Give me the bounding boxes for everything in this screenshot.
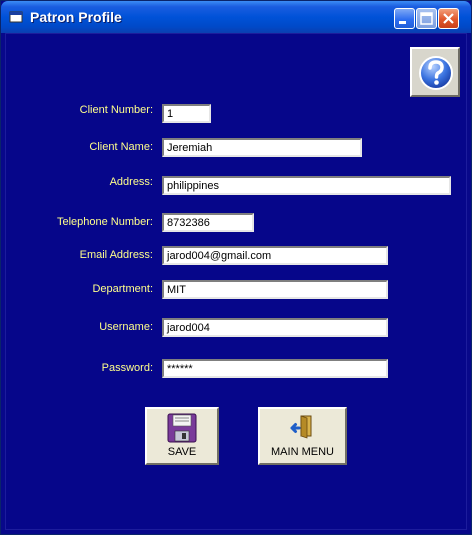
department-label: Department: [92, 283, 153, 295]
telephone-field[interactable]: 8732386 [162, 213, 254, 232]
window-title: Patron Profile [30, 9, 122, 25]
close-icon [443, 13, 454, 24]
save-button[interactable]: SAVE [145, 407, 219, 465]
window-app-icon [9, 11, 23, 23]
main-menu-button-label: MAIN MENU [271, 446, 334, 458]
password-field[interactable]: ****** [162, 359, 388, 378]
password-label: Password: [101, 362, 153, 374]
client-number-label: Client Number: [79, 104, 153, 116]
minimize-button[interactable] [394, 8, 415, 29]
telephone-label: Telephone Number: [56, 216, 153, 228]
email-field[interactable]: jarod004@gmail.com [162, 246, 388, 265]
help-question-icon [419, 56, 453, 90]
form-area: Client Number: 1 Client Name: Jeremiah A… [5, 33, 467, 530]
save-button-label: SAVE [167, 446, 197, 458]
maximize-button[interactable] [416, 8, 437, 29]
client-name-field[interactable]: Jeremiah [162, 138, 362, 157]
close-button[interactable] [438, 8, 459, 29]
help-button[interactable] [410, 47, 460, 97]
username-label: Username: [99, 321, 153, 333]
floppy-disk-icon [167, 413, 197, 443]
minimize-icon [399, 21, 406, 24]
exit-door-icon [290, 415, 311, 439]
patron-profile-window: Patron Profile Client Number: 1 Client N… [0, 0, 472, 535]
client-name-label: Client Name: [89, 141, 153, 153]
username-field[interactable]: jarod004 [162, 318, 388, 337]
address-field[interactable]: philippines [162, 176, 451, 195]
main-menu-button[interactable]: MAIN MENU [258, 407, 347, 465]
maximize-icon [420, 12, 433, 25]
email-label: Email Address: [79, 249, 153, 261]
title-bar[interactable]: Patron Profile [1, 1, 471, 33]
department-field[interactable]: MIT [162, 280, 388, 299]
address-label: Address: [109, 176, 153, 188]
client-number-field[interactable]: 1 [162, 104, 211, 123]
